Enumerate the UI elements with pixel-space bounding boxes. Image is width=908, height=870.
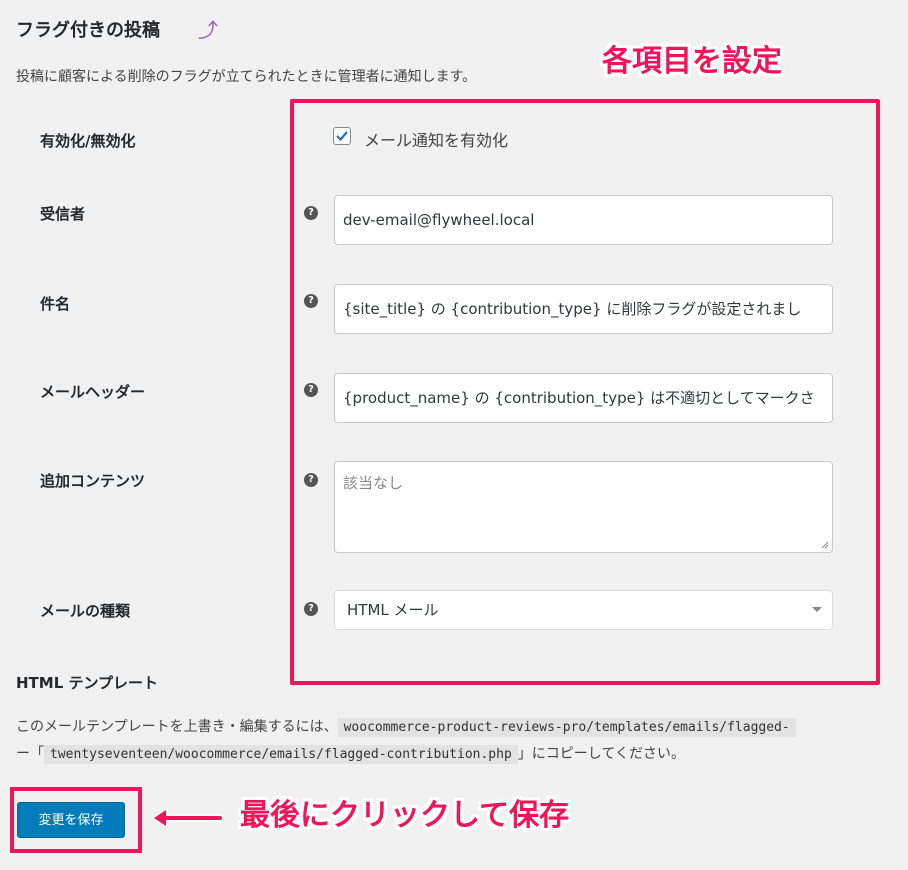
back-link-icon[interactable]: ⤴ [198, 14, 218, 43]
enable-label: 有効化/無効化 [40, 132, 136, 150]
subject-label: 件名 [40, 295, 71, 313]
page-description: 投稿に顧客による削除のフラグが立てられたときに管理者に通知します。 [16, 69, 477, 85]
theme-path-code: twentyseventeen/woocommerce/emails/flagg… [44, 745, 518, 764]
template-instruction-text: このメールテンプレートを上書き・編集するには、 [16, 719, 338, 735]
recipient-label: 受信者 [40, 205, 86, 223]
email-type-label: メールの種類 [40, 602, 131, 620]
html-template-heading: HTML テンプレート [16, 674, 159, 692]
template-path-code: woocommerce-product-reviews-pro/template… [337, 718, 796, 737]
left-arrow-icon [152, 808, 224, 828]
annotation-highlight-box [290, 99, 880, 685]
page-title: フラグ付きの投稿 [16, 20, 160, 41]
template-instruction-line1: このメールテンプレートを上書き・編集するには、 woocommerce-produ… [16, 716, 796, 737]
additional-content-label: 追加コンテンツ [40, 472, 146, 490]
annotation-click-save: 最後にクリックして保存 [240, 798, 570, 833]
template-instruction-suffix: 」にコピーしてください。 [517, 746, 685, 762]
template-instruction-line2: ー「 twentyseventeen/woocommerce/emails/fla… [16, 743, 685, 764]
email-header-label: メールヘッダー [40, 383, 146, 401]
template-instruction-prefix: ー「 [16, 746, 44, 762]
save-button[interactable]: 変更を保存 [17, 802, 125, 838]
annotation-set-fields: 各項目を設定 [602, 44, 782, 79]
